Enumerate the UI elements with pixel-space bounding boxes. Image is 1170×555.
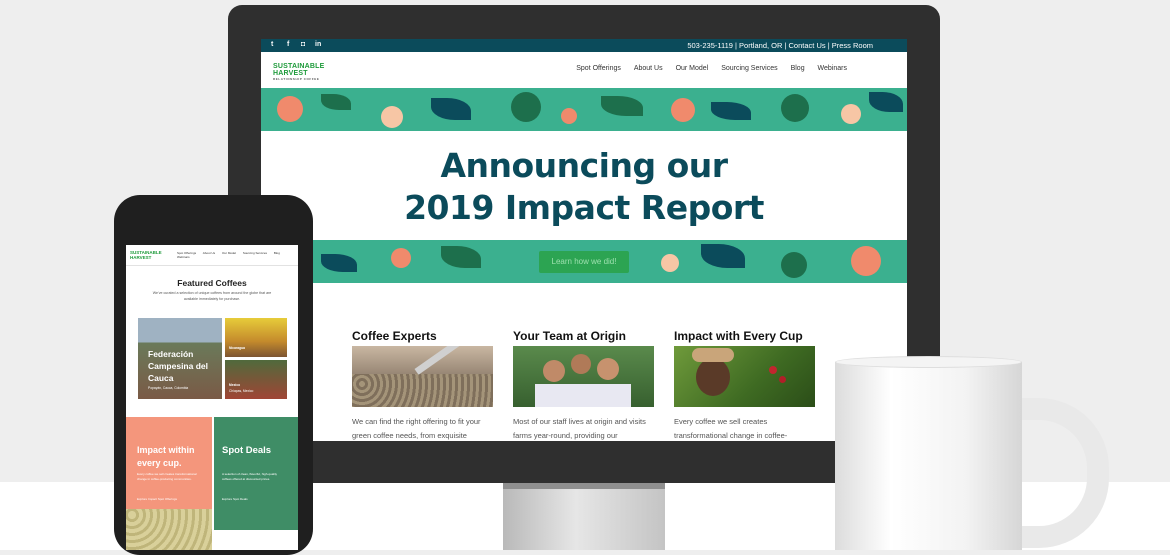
illustration-shape: [781, 94, 809, 122]
beans-texture: [352, 374, 493, 407]
instagram-icon[interactable]: ◘: [301, 41, 305, 48]
mobile-nav-webinars[interactable]: Webinars: [177, 255, 190, 259]
nav-item-about-us[interactable]: About Us: [634, 65, 663, 72]
nav-menu: Spot Offerings About Us Our Model Sourci…: [565, 65, 847, 72]
impact-title: Impact within every cup.: [137, 445, 195, 468]
nav-item-spot-offerings[interactable]: Spot Offerings: [576, 65, 621, 72]
mobile-nav-our-model[interactable]: Our Model: [222, 251, 236, 255]
illustration-shape: [661, 254, 679, 272]
mobile-nav-sourcing-services[interactable]: Sourcing Services: [243, 251, 267, 255]
illustration-shape: [711, 102, 751, 120]
illustration-shape: [561, 108, 577, 124]
illustration-shape: [321, 254, 357, 272]
illustration-shape: [841, 104, 861, 124]
person-face: [597, 358, 619, 380]
headline-line1: Announcing our: [440, 146, 728, 185]
impact-section: Impact within every cup. Every coffee we…: [126, 417, 212, 550]
illustration-shape: [431, 98, 471, 120]
green-beans-image: [126, 509, 212, 550]
illustration-shape: [869, 92, 903, 112]
illustration-shape: [671, 98, 695, 122]
spot-deals-section: Spot Deals A selection of clean, flavorf…: [214, 417, 298, 530]
illustration-shape: [381, 106, 403, 128]
featured-coffees-description: We've curated a selection of unique coff…: [152, 291, 272, 301]
top-utility-bar: t f ◘ in 503-235-1119 | Portland, OR | C…: [261, 39, 907, 52]
feature-title: Coffee Experts: [352, 329, 437, 343]
nav-item-blog[interactable]: Blog: [791, 65, 805, 72]
impact-link[interactable]: Explore Impact Spot Offerings: [137, 497, 177, 501]
small-card-title: Nicaragua: [229, 346, 245, 350]
large-card-title: Federación Campesina del Cauca: [148, 349, 208, 383]
coffee-cherry: [769, 366, 777, 374]
coffee-cherry: [779, 376, 786, 383]
nav-item-our-model[interactable]: Our Model: [676, 65, 709, 72]
feature-card-team-at-origin: Your Team at Origin Most of our staff li…: [513, 329, 654, 441]
learn-more-button[interactable]: Learn how we did!: [539, 251, 629, 273]
feature-text: Most of our staff lives at origin and vi…: [513, 417, 646, 440]
illustration-shape: [441, 246, 481, 268]
nav-item-webinars[interactable]: Webinars: [818, 65, 847, 72]
mobile-nav-menu: Spot Offerings About Us Our Model Sourci…: [177, 251, 298, 259]
illustration-shape: [601, 96, 643, 116]
mobile-nav-blog[interactable]: Blog: [274, 251, 280, 255]
monitor-stand: [503, 483, 665, 550]
illustration-shape: [391, 248, 411, 268]
feature-text: We can find the right offering to fit yo…: [352, 417, 481, 440]
bottom-card-title: Mexico: [229, 383, 241, 387]
illustration-shape: [851, 246, 881, 276]
feature-card-coffee-experts: Coffee Experts We can find the right off…: [352, 329, 493, 441]
contact-info[interactable]: 503-235-1119 | Portland, OR | Contact Us…: [687, 41, 873, 50]
illustration-shape: [781, 252, 807, 278]
spot-deals-title: Spot Deals: [222, 445, 272, 456]
nav-divider: [126, 265, 298, 266]
person-face: [571, 354, 591, 374]
large-card-subtitle: Popayán, Cauca, Colombia: [148, 386, 189, 390]
spot-deals-description: A selection of clean, flavorful, high-qu…: [222, 472, 278, 481]
featured-coffee-card-small[interactable]: Nicaragua: [225, 318, 287, 357]
illustration-shape: [701, 244, 745, 268]
impact-description: Every coffee we sell creates transformat…: [137, 472, 197, 481]
bottom-card-subtitle: Chiapas, Mexico: [229, 389, 254, 393]
mobile-nav-about-us[interactable]: About Us: [203, 251, 215, 255]
people-shirts: [535, 384, 631, 407]
spot-deals-link[interactable]: Explore Spot Deals: [222, 497, 248, 501]
scoop-handle: [414, 346, 460, 375]
illustration-shape: [511, 92, 541, 122]
mobile-website-screen: SUSTAINABLE HARVEST Spot Offerings About…: [126, 245, 298, 550]
twitter-icon[interactable]: t: [271, 41, 273, 48]
farmer-face: [696, 358, 730, 396]
featured-coffees-title: Featured Coffees: [177, 278, 247, 288]
headline-line2: 2019 Impact Report: [404, 188, 764, 227]
coffee-beans-photo: [352, 346, 493, 407]
desktop-website-screen: t f ◘ in 503-235-1119 | Portland, OR | C…: [261, 39, 907, 441]
features-section: Coffee Experts We can find the right off…: [311, 283, 857, 441]
mobile-logo[interactable]: SUSTAINABLE HARVEST: [130, 250, 162, 260]
linkedin-icon[interactable]: in: [315, 41, 321, 48]
person-face: [543, 360, 565, 382]
logo-tagline: RELATIONSHIP COFFEE: [273, 77, 320, 81]
illustration-shape: [277, 96, 303, 122]
feature-card-impact: Impact with Every Cup Every coffee we se…: [674, 329, 815, 441]
page-headline: Announcing our 2019 Impact Report: [261, 145, 907, 229]
feature-text: Every coffee we sell creates transformat…: [674, 417, 788, 440]
farmer-headscarf: [692, 348, 734, 362]
featured-coffee-card-bottom[interactable]: Mexico Chiapas, Mexico: [225, 360, 287, 399]
farmer-photo: [674, 346, 815, 407]
feature-title: Your Team at Origin: [513, 329, 626, 343]
illustration-shape: [321, 94, 351, 110]
team-photo: [513, 346, 654, 407]
white-coffee-mug: [835, 356, 1022, 550]
illustration-band-top: [261, 88, 907, 131]
logo-line1: SUSTAINABLE: [273, 63, 325, 70]
feature-title: Impact with Every Cup: [674, 329, 803, 343]
site-logo[interactable]: SUSTAINABLE HARVEST RELATIONSHIP COFFEE: [273, 63, 324, 81]
featured-coffee-card-large[interactable]: Federación Campesina del Cauca Popayán, …: [138, 318, 222, 399]
main-navigation: SUSTAINABLE HARVEST RELATIONSHIP COFFEE …: [261, 52, 907, 88]
mobile-logo-line2: HARVEST: [130, 255, 152, 260]
logo-line2: HARVEST: [273, 70, 308, 77]
nav-item-sourcing-services[interactable]: Sourcing Services: [721, 65, 777, 72]
facebook-icon[interactable]: f: [287, 41, 289, 48]
